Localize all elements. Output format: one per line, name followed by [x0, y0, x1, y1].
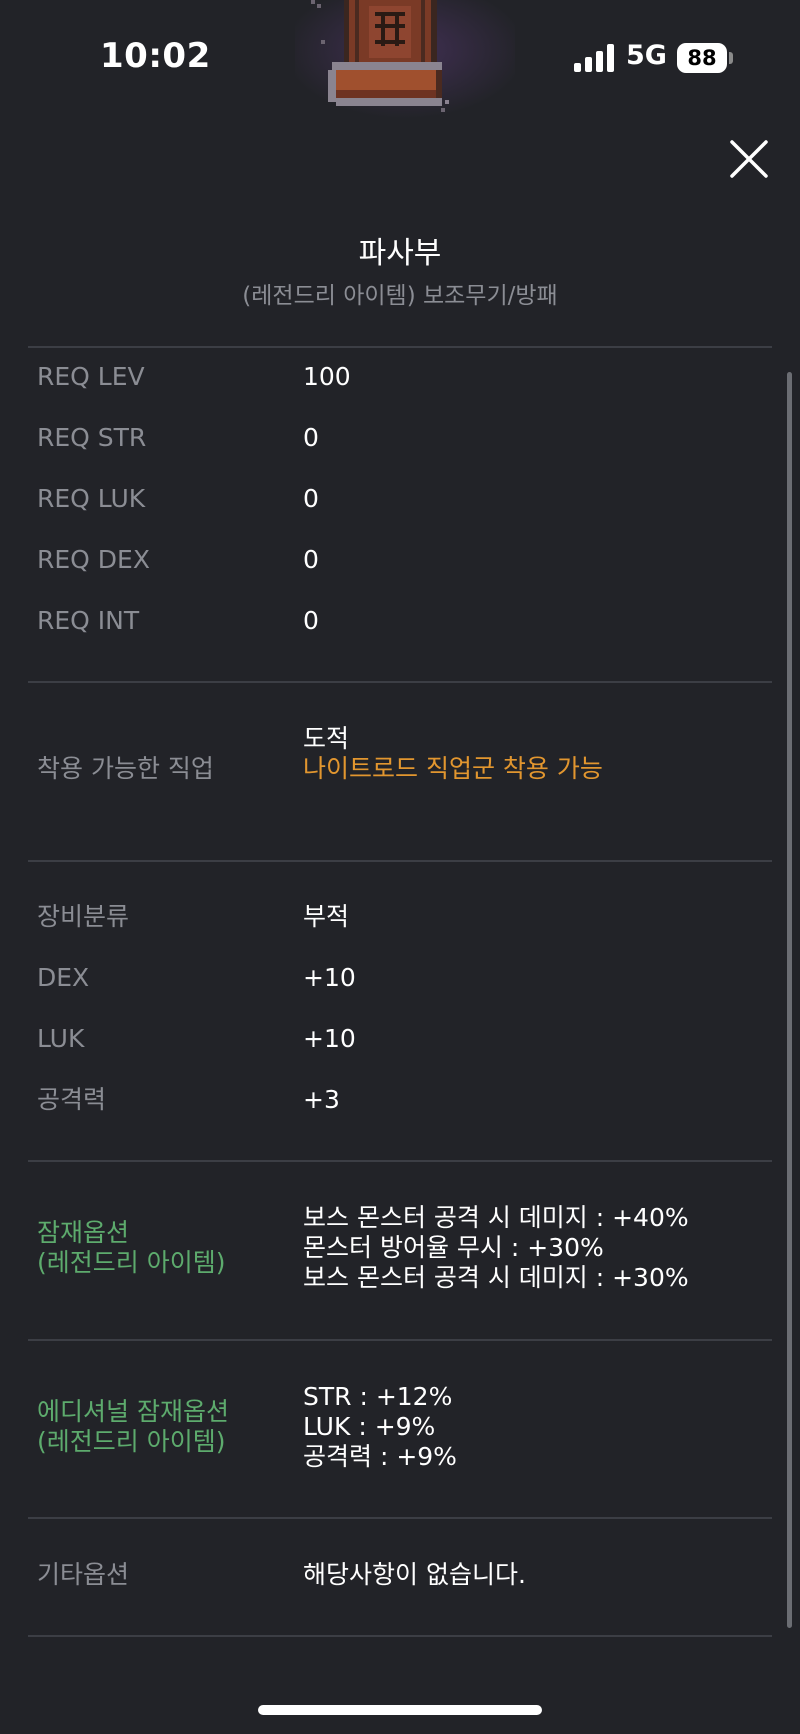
dex-label: DEX [37, 963, 90, 992]
req-int-label: REQ INT [37, 606, 140, 635]
close-icon [730, 140, 768, 178]
scrollbar[interactable] [787, 372, 792, 1628]
additional-potential-grade-label: (레전드리 아이템) [37, 1427, 226, 1456]
job-note: 나이트로드 직업군 착용 가능 [303, 754, 603, 783]
additional-potential-label: 에디셔널 잠재옵션 [37, 1397, 229, 1426]
cellular-signal-icon [574, 44, 616, 72]
req-str-value: 0 [303, 423, 319, 452]
req-dex-label: REQ DEX [37, 545, 150, 574]
divider [28, 1160, 772, 1162]
potential-line-2: 몬스터 방어율 무시 : +30% [303, 1233, 604, 1262]
potential-line-3: 보스 몬스터 공격 시 데미지 : +30% [303, 1263, 689, 1292]
job-value: 도적 [303, 724, 350, 753]
divider [28, 346, 772, 348]
potential-line-1: 보스 몬스터 공격 시 데미지 : +40% [303, 1203, 689, 1232]
item-name: 파사부 [358, 236, 442, 271]
network-type: 5G [626, 40, 667, 71]
attack-value: +3 [303, 1085, 340, 1114]
job-label: 착용 가능한 직업 [37, 754, 214, 783]
etc-option-value: 해당사항이 없습니다. [303, 1560, 526, 1589]
item-subtitle: (레전드리 아이템) 보조무기/방패 [242, 283, 558, 309]
additional-potential-line-2: LUK : +9% [303, 1412, 436, 1441]
dex-value: +10 [303, 963, 356, 992]
luk-label: LUK [37, 1024, 85, 1053]
req-luk-label: REQ LUK [37, 484, 146, 513]
additional-potential-line-3: 공격력 : +9% [303, 1442, 457, 1471]
divider [28, 1517, 772, 1519]
potential-grade-label: (레전드리 아이템) [37, 1248, 226, 1277]
divider [28, 1635, 772, 1637]
req-str-label: REQ STR [37, 423, 147, 452]
divider [28, 681, 772, 683]
divider [28, 1339, 772, 1341]
req-level-label: REQ LEV [37, 362, 145, 391]
req-dex-value: 0 [303, 545, 319, 574]
attack-label: 공격력 [37, 1085, 107, 1114]
home-indicator[interactable] [258, 1705, 542, 1715]
item-image [295, 0, 515, 125]
battery-cap [729, 52, 733, 64]
req-luk-value: 0 [303, 484, 319, 513]
etc-option-label: 기타옵션 [37, 1560, 130, 1589]
status-time: 10:02 [100, 36, 211, 76]
req-int-value: 0 [303, 606, 319, 635]
additional-potential-line-1: STR : +12% [303, 1382, 453, 1411]
close-button[interactable] [726, 136, 772, 182]
req-level-value: 100 [303, 362, 351, 391]
divider [28, 860, 772, 862]
luk-value: +10 [303, 1024, 356, 1053]
equip-category-value: 부적 [303, 902, 350, 931]
battery-icon: 88 [677, 43, 727, 73]
battery-level: 88 [687, 46, 717, 70]
equip-category-label: 장비분류 [37, 902, 130, 931]
potential-label: 잠재옵션 [37, 1218, 130, 1247]
